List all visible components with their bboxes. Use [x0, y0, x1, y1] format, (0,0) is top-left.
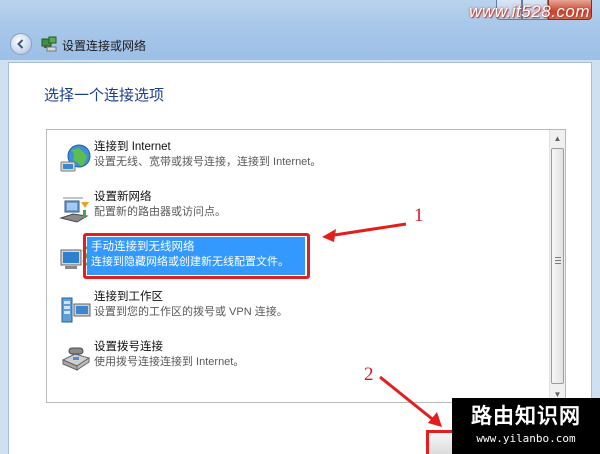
globe-network-icon — [60, 144, 91, 172]
option-text: 连接到工作区 设置到您的工作区的拨号或 VPN 连接。 — [94, 289, 534, 320]
option-title: 设置新网络 — [94, 191, 152, 203]
option-description: 设置到您的工作区的拨号或 VPN 连接。 — [94, 306, 288, 318]
option-description: 使用拨号连接连接到 Internet。 — [94, 356, 245, 368]
option-text: 设置新网络 配置新的路由器或访问点。 — [94, 189, 534, 220]
router-icon — [59, 197, 89, 223]
wizard-content: 选择一个连接选项 连接到 Internet 设置无线、宽带或拨号连接，连接到 I… — [8, 62, 592, 454]
watermark-box: 路由知识网 www.yilanbo.com — [452, 398, 600, 454]
network-wizard-icon — [41, 36, 57, 52]
connection-options-list: 连接到 Internet 设置无线、宽带或拨号连接，连接到 Internet。 … — [46, 129, 566, 403]
window-titlebar: www.it528.com 设置连接或网络 — [0, 0, 600, 60]
watermark-text: www.it528.com — [469, 2, 590, 21]
workplace-icon — [61, 297, 91, 323]
watermark-site-name: 路由知识网 — [471, 403, 581, 428]
option-setup-dialup[interactable]: 设置拨号连接 使用拨号连接连接到 Internet。 — [54, 336, 549, 380]
vertical-scrollbar[interactable]: ▲ ▼ — [549, 130, 565, 402]
option-text: 连接到 Internet 设置无线、宽带或拨号连接，连接到 Internet。 — [94, 139, 534, 170]
option-connect-internet[interactable]: 连接到 Internet 设置无线、宽带或拨号连接，连接到 Internet。 — [54, 136, 549, 180]
telephone-modem-icon — [61, 347, 91, 371]
option-title: 连接到 Internet — [94, 141, 171, 153]
annotation-highlight-frame — [83, 233, 310, 279]
scroll-grip-icon — [555, 257, 561, 264]
annotation-step-2: 2 — [364, 364, 374, 385]
back-button[interactable] — [10, 33, 32, 55]
option-manual-wireless[interactable]: 手动连接到无线网络 连接到隐藏网络或创建新无线配置文件。 — [54, 233, 549, 280]
back-arrow-icon — [17, 39, 24, 49]
option-description: 配置新的路由器或访问点。 — [94, 206, 226, 218]
option-title: 设置拨号连接 — [94, 341, 163, 353]
scroll-up-arrow-icon[interactable]: ▲ — [550, 130, 565, 146]
option-description: 设置无线、宽带或拨号连接，连接到 Internet。 — [94, 156, 322, 168]
page-heading: 选择一个连接选项 — [44, 87, 165, 104]
scroll-thumb[interactable] — [551, 148, 564, 384]
option-text: 设置拨号连接 使用拨号连接连接到 Internet。 — [94, 339, 534, 370]
annotation-step-1: 1 — [414, 205, 424, 226]
option-connect-workplace[interactable]: 连接到工作区 设置到您的工作区的拨号或 VPN 连接。 — [54, 286, 549, 330]
option-title: 连接到工作区 — [94, 291, 163, 303]
watermark-url: www.yilanbo.com — [476, 432, 576, 445]
window-title: 设置连接或网络 — [62, 39, 147, 53]
option-setup-network[interactable]: 设置新网络 配置新的路由器或访问点。 — [54, 186, 549, 230]
